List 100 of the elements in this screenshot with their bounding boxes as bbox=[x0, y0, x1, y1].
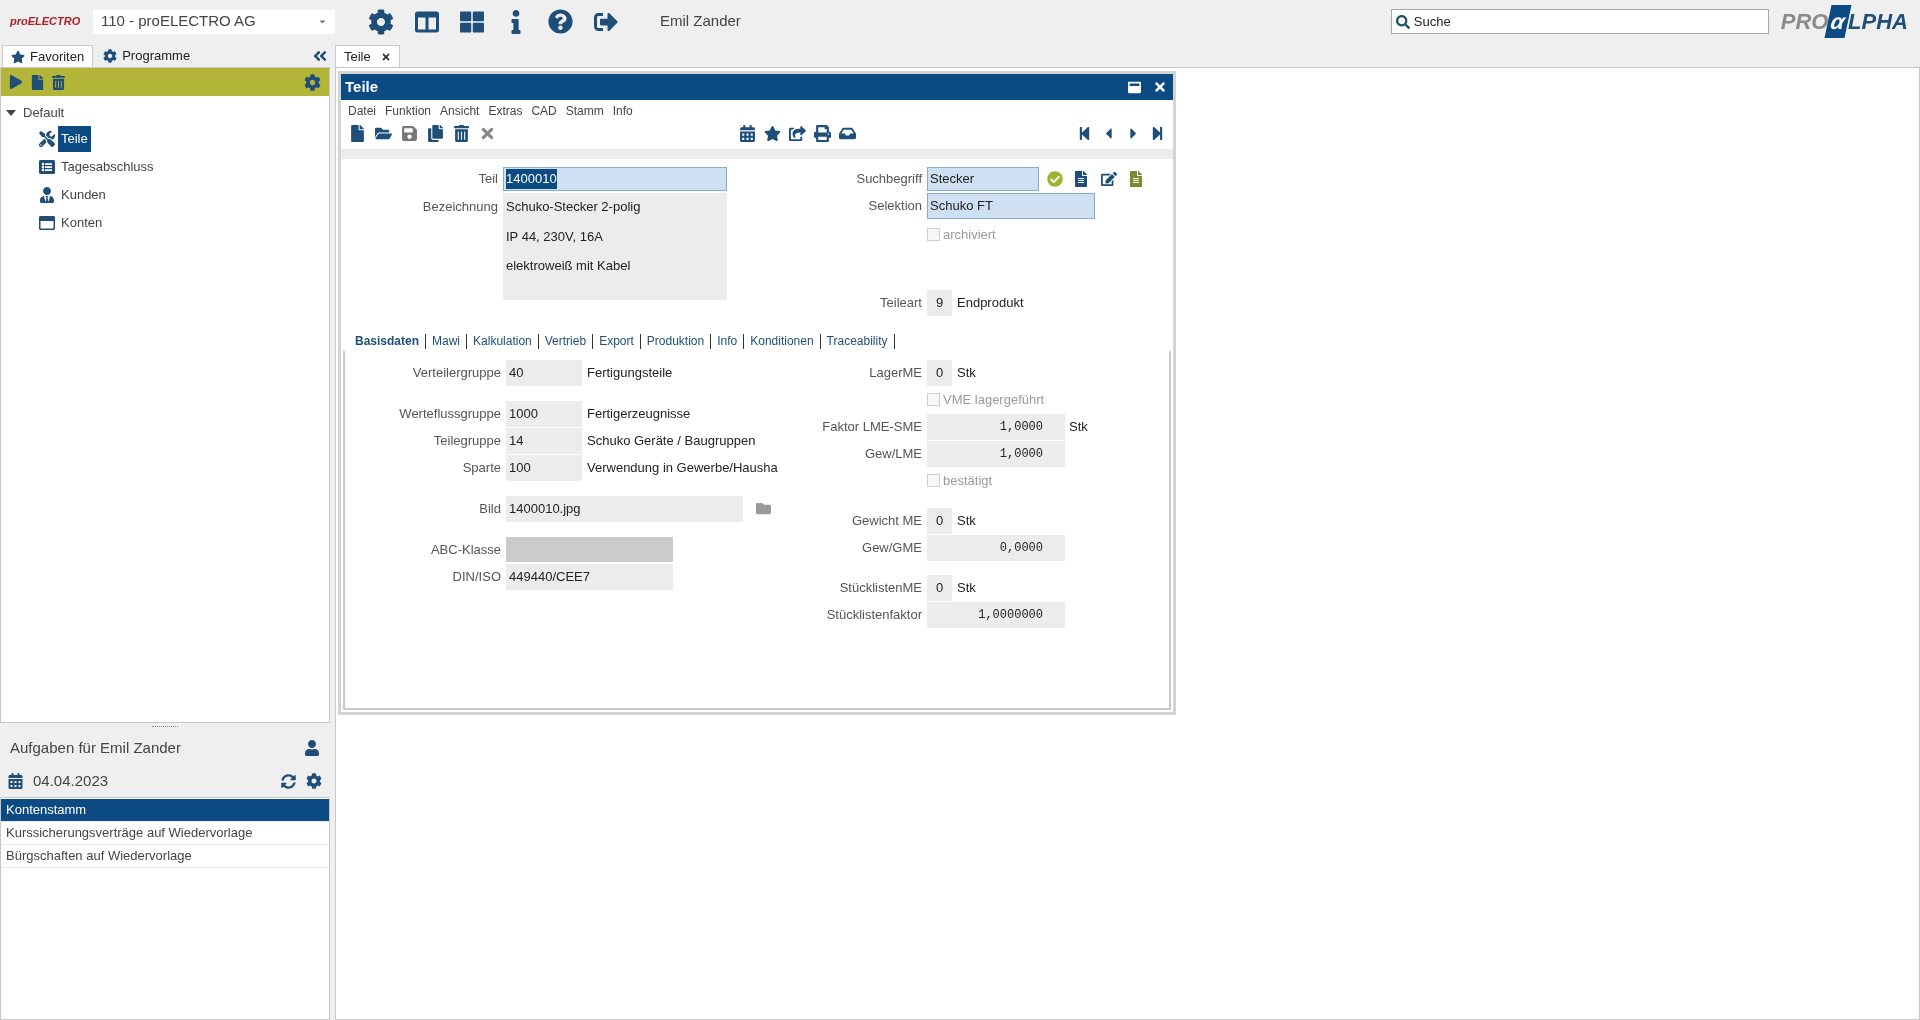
sidebar-tab[interactable]: Programme bbox=[95, 45, 199, 67]
menu-item[interactable]: CAD bbox=[531, 101, 557, 120]
tab[interactable]: Basisdaten bbox=[349, 332, 426, 350]
check-icon[interactable] bbox=[1047, 171, 1063, 187]
caret-icon bbox=[318, 17, 327, 26]
code-field[interactable]: 1000 bbox=[506, 400, 582, 427]
search-term-field[interactable]: Stecker bbox=[927, 167, 1039, 191]
search-icon bbox=[1395, 15, 1410, 29]
tab[interactable]: Traceability bbox=[820, 332, 894, 350]
field-label: LagerME bbox=[868, 363, 923, 382]
company-select[interactable]: 110 - proELECTRO AG bbox=[93, 9, 335, 34]
field-label: Teilegruppe bbox=[432, 431, 502, 450]
document-tab[interactable]: Teile bbox=[335, 45, 400, 67]
refresh-icon[interactable] bbox=[281, 773, 296, 789]
field-label: Stücklistenfaktor bbox=[825, 605, 923, 624]
tab[interactable]: Konditionen bbox=[744, 332, 820, 350]
tree-item[interactable]: Teile bbox=[58, 126, 91, 152]
task-item[interactable]: Bürgschaften auf Wiedervorlage bbox=[1, 845, 329, 868]
new-file-icon[interactable] bbox=[349, 124, 366, 142]
quantity-field[interactable]: 0 bbox=[927, 507, 952, 534]
expand-arrow-icon[interactable] bbox=[6, 110, 16, 116]
code-field[interactable]: 14 bbox=[506, 427, 582, 454]
image-field[interactable]: 1400010.jpg bbox=[506, 495, 743, 522]
maximize-icon[interactable] bbox=[1128, 80, 1141, 94]
print-icon[interactable] bbox=[814, 124, 831, 142]
company-logo: proELECTRO bbox=[10, 14, 82, 30]
trash-icon[interactable] bbox=[52, 74, 65, 90]
file-icon[interactable] bbox=[31, 74, 44, 90]
task-item[interactable]: Kontenstamm bbox=[1, 799, 329, 822]
last-record-icon[interactable] bbox=[1150, 125, 1165, 141]
code-description: Schuko Geräte / Baugruppen bbox=[586, 431, 756, 450]
send-icon[interactable] bbox=[789, 124, 806, 142]
person-icon bbox=[39, 187, 55, 203]
field-label: Gew/LME bbox=[863, 444, 923, 463]
number-field[interactable]: 1,0000 bbox=[927, 440, 1065, 467]
field-label: Selektion bbox=[867, 197, 923, 216]
task-date: 04.04.2023 bbox=[33, 770, 110, 791]
play-icon[interactable] bbox=[9, 75, 23, 89]
calendar-icon[interactable] bbox=[8, 773, 23, 789]
checkbox-label: archiviert bbox=[943, 225, 996, 244]
number-field[interactable]: 1,0000000 bbox=[927, 601, 1065, 628]
tab[interactable]: Info bbox=[711, 332, 744, 350]
code-field[interactable]: 100 bbox=[506, 454, 582, 481]
menu-item[interactable]: Extras bbox=[488, 101, 523, 120]
trash-icon[interactable] bbox=[453, 124, 470, 142]
user-icon[interactable] bbox=[304, 740, 320, 756]
menu-item[interactable]: Stamm bbox=[565, 101, 604, 120]
sidebar-tab[interactable]: Favoriten bbox=[2, 45, 94, 67]
tab[interactable]: Produktion bbox=[640, 332, 711, 350]
save-icon[interactable] bbox=[401, 124, 418, 142]
description-field[interactable]: Schuko-Stecker 2-polig IP 44, 230V, 16A elektroweiß mit Kabel bbox=[503, 193, 727, 300]
search-field[interactable]: Suche bbox=[1390, 9, 1769, 34]
close-icon[interactable] bbox=[380, 51, 391, 62]
number-field[interactable]: 1,0000 bbox=[927, 413, 1065, 440]
menu-item[interactable]: Datei bbox=[348, 101, 376, 120]
tab[interactable]: Vertrieb bbox=[538, 332, 593, 350]
menu-item[interactable]: Funktion bbox=[385, 101, 432, 120]
menu-item[interactable]: Ansicht bbox=[440, 101, 480, 120]
field-label: Bild bbox=[478, 499, 502, 518]
part-number-field[interactable]: 1400010 bbox=[503, 167, 727, 191]
edit-icon[interactable] bbox=[1101, 171, 1117, 187]
part-type-field[interactable]: 9 bbox=[927, 290, 952, 316]
columns-icon[interactable] bbox=[415, 9, 439, 34]
window-title: Teile bbox=[345, 76, 380, 97]
dropdown-field[interactable] bbox=[506, 537, 673, 562]
text-field[interactable]: 449440/CEE7 bbox=[506, 563, 673, 590]
tools-icon bbox=[39, 131, 55, 147]
copy-icon[interactable] bbox=[427, 124, 444, 142]
code-field[interactable]: 40 bbox=[506, 359, 582, 386]
tab[interactable]: Mawi bbox=[426, 332, 467, 350]
selection-field[interactable]: Schuko FT bbox=[927, 193, 1095, 219]
field-label: ABC-Klasse bbox=[429, 540, 502, 559]
star-icon[interactable] bbox=[764, 124, 781, 142]
field-label: Teileart bbox=[879, 294, 923, 313]
tree-item[interactable]: Tagesabschluss bbox=[58, 154, 157, 180]
number-field[interactable]: 0,0000 bbox=[927, 534, 1065, 561]
menu-item[interactable]: Info bbox=[612, 101, 633, 120]
field-label: DIN/ISO bbox=[451, 567, 502, 586]
first-record-icon[interactable] bbox=[1077, 125, 1092, 141]
calendar-icon[interactable] bbox=[739, 124, 756, 142]
help-icon[interactable] bbox=[548, 9, 573, 34]
tab[interactable]: Kalkulation bbox=[467, 332, 538, 350]
quantity-field[interactable]: 0 bbox=[927, 574, 952, 601]
tree-item[interactable]: Konten bbox=[58, 210, 106, 236]
layout-icon[interactable] bbox=[460, 9, 484, 34]
close-icon[interactable] bbox=[1153, 80, 1167, 94]
tree-item[interactable]: Kunden bbox=[58, 182, 109, 208]
tab[interactable]: Export bbox=[593, 332, 640, 350]
star-icon bbox=[11, 49, 25, 64]
settings-icon[interactable] bbox=[306, 773, 322, 789]
code-description: Verwendung in Gewerbe/Hausha bbox=[586, 458, 778, 477]
collapse-icon[interactable] bbox=[312, 48, 328, 64]
tree-item[interactable]: Default bbox=[23, 103, 65, 123]
settings-icon[interactable] bbox=[368, 8, 394, 35]
document-icon[interactable] bbox=[1129, 171, 1143, 187]
document-icon[interactable] bbox=[1074, 171, 1088, 187]
quantity-field[interactable]: 0 bbox=[927, 359, 952, 386]
field-label: Gewicht ME bbox=[850, 511, 923, 530]
settings-icon[interactable] bbox=[304, 73, 321, 91]
task-item[interactable]: Kurssicherungsverträge auf Wiedervorlage bbox=[1, 822, 329, 845]
